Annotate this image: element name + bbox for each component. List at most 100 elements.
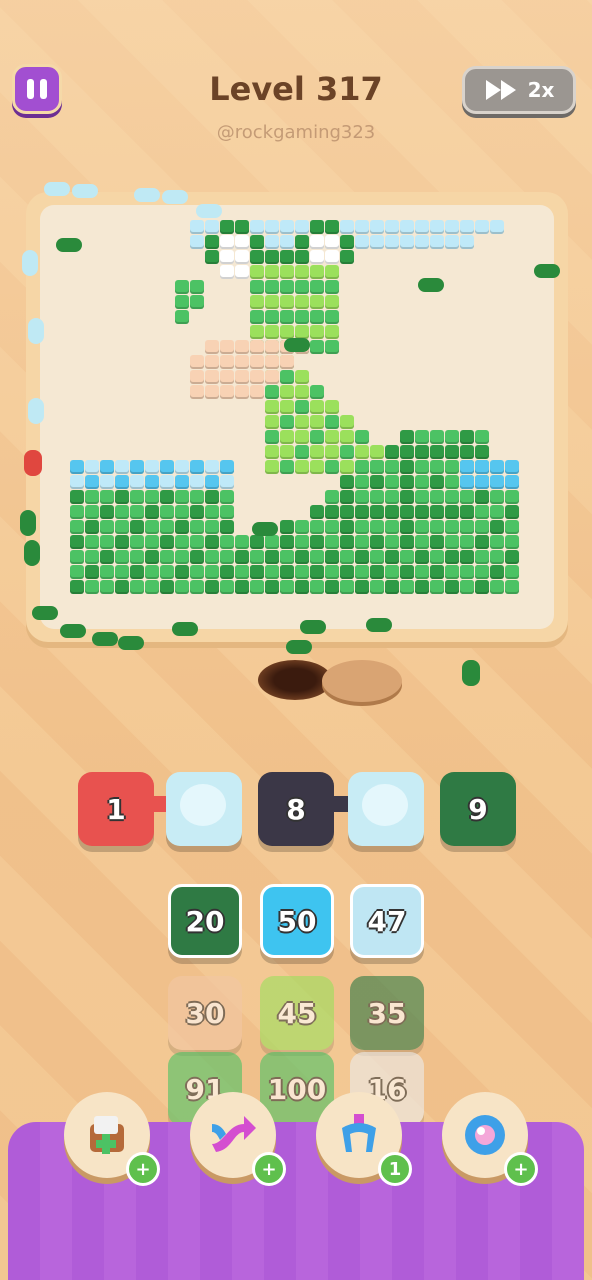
pixel-tile — [310, 340, 324, 354]
pixel-tile — [220, 250, 234, 264]
pixel-tile — [310, 535, 324, 549]
pixel-tile — [505, 580, 519, 594]
queue-block[interactable]: 20 — [168, 884, 242, 958]
pixel-tile — [265, 415, 279, 429]
pixel-tile — [175, 310, 189, 324]
pixel-tile — [385, 505, 399, 519]
pixel-tile — [265, 430, 279, 444]
pixel-tile — [325, 235, 339, 249]
pixel-tile — [340, 235, 354, 249]
ant — [24, 540, 40, 566]
pixel-tile — [355, 520, 369, 534]
pixel-tile — [205, 385, 219, 399]
pixel-tile — [85, 460, 99, 474]
pixel-tile — [475, 445, 489, 459]
queue-block[interactable]: 50 — [260, 884, 334, 958]
pixel-tile — [370, 580, 384, 594]
pixel-tile — [265, 235, 279, 249]
pixel-tile — [505, 460, 519, 474]
ant — [22, 250, 38, 276]
pixel-tile — [400, 520, 414, 534]
pixel-tile — [415, 580, 429, 594]
pixel-tile — [280, 415, 294, 429]
pixel-tile — [310, 385, 324, 399]
pixel-tile — [190, 370, 204, 384]
pixel-tile — [460, 565, 474, 579]
pixel-tile — [325, 535, 339, 549]
pixel-tile — [400, 430, 414, 444]
queue-block: 30 — [168, 976, 242, 1050]
pixel-tile — [295, 235, 309, 249]
pixel-tile — [325, 220, 339, 234]
pixel-tile — [445, 520, 459, 534]
pixel-tile — [325, 460, 339, 474]
pixel-tile — [355, 565, 369, 579]
pixel-tile — [460, 220, 474, 234]
pixel-tile — [175, 580, 189, 594]
pixel-tile — [475, 565, 489, 579]
pixel-tile — [85, 490, 99, 504]
speed-button[interactable]: 2x — [462, 66, 576, 114]
pixel-tile — [490, 505, 504, 519]
pixel-tile — [235, 340, 249, 354]
pixel-tile — [160, 550, 174, 564]
pixel-tile — [190, 490, 204, 504]
pixel-tile — [460, 580, 474, 594]
pixel-tile — [85, 550, 99, 564]
pixel-tile — [415, 550, 429, 564]
pixel-tile — [280, 565, 294, 579]
pixel-tile — [115, 475, 129, 489]
pixel-tile — [355, 430, 369, 444]
pixel-tile — [220, 580, 234, 594]
pixel-tile — [490, 550, 504, 564]
pixel-tile — [295, 445, 309, 459]
shooter-tube[interactable]: 1 — [78, 772, 154, 846]
pixel-tile — [265, 250, 279, 264]
pixel-tile — [175, 475, 189, 489]
shooter-count: 9 — [468, 792, 488, 826]
pixel-tile — [385, 565, 399, 579]
pixel-tile — [145, 520, 159, 534]
pixel-tile — [325, 580, 339, 594]
pixel-tile — [280, 430, 294, 444]
pixel-tile — [160, 535, 174, 549]
pixel-tile — [235, 550, 249, 564]
pixel-tile — [445, 535, 459, 549]
shooter-tube[interactable]: 9 — [440, 772, 516, 846]
ant — [418, 278, 444, 292]
ant — [28, 398, 44, 424]
pixel-tile — [415, 235, 429, 249]
pixel-tile — [415, 220, 429, 234]
pixel-tile — [430, 550, 444, 564]
pixel-tile — [430, 235, 444, 249]
pixel-tile — [385, 490, 399, 504]
ant — [366, 618, 392, 632]
pixel-board — [40, 205, 554, 629]
pixel-tile — [235, 250, 249, 264]
pixel-tile — [460, 535, 474, 549]
pixel-tile — [250, 235, 264, 249]
pixel-tile — [250, 355, 264, 369]
pixel-tile — [415, 490, 429, 504]
pixel-tile — [385, 520, 399, 534]
ant-hole — [258, 660, 332, 700]
pixel-tile — [355, 490, 369, 504]
pixel-tile — [100, 580, 114, 594]
pixel-tile — [190, 565, 204, 579]
pixel-tile — [265, 535, 279, 549]
pixel-tile — [235, 265, 249, 279]
ant — [20, 510, 36, 536]
shooter-tube[interactable]: 8 — [258, 772, 334, 846]
pixel-tile — [190, 550, 204, 564]
pixel-tile — [205, 220, 219, 234]
pixel-tile — [415, 430, 429, 444]
connector-knob — [362, 784, 408, 826]
pixel-tile — [160, 520, 174, 534]
pixel-tile — [265, 325, 279, 339]
pixel-tile — [325, 505, 339, 519]
pixel-tile — [400, 475, 414, 489]
queue-block[interactable]: 47 — [350, 884, 424, 958]
pixel-tile — [250, 265, 264, 279]
block-count: 30 — [185, 996, 225, 1030]
ant — [44, 182, 70, 196]
